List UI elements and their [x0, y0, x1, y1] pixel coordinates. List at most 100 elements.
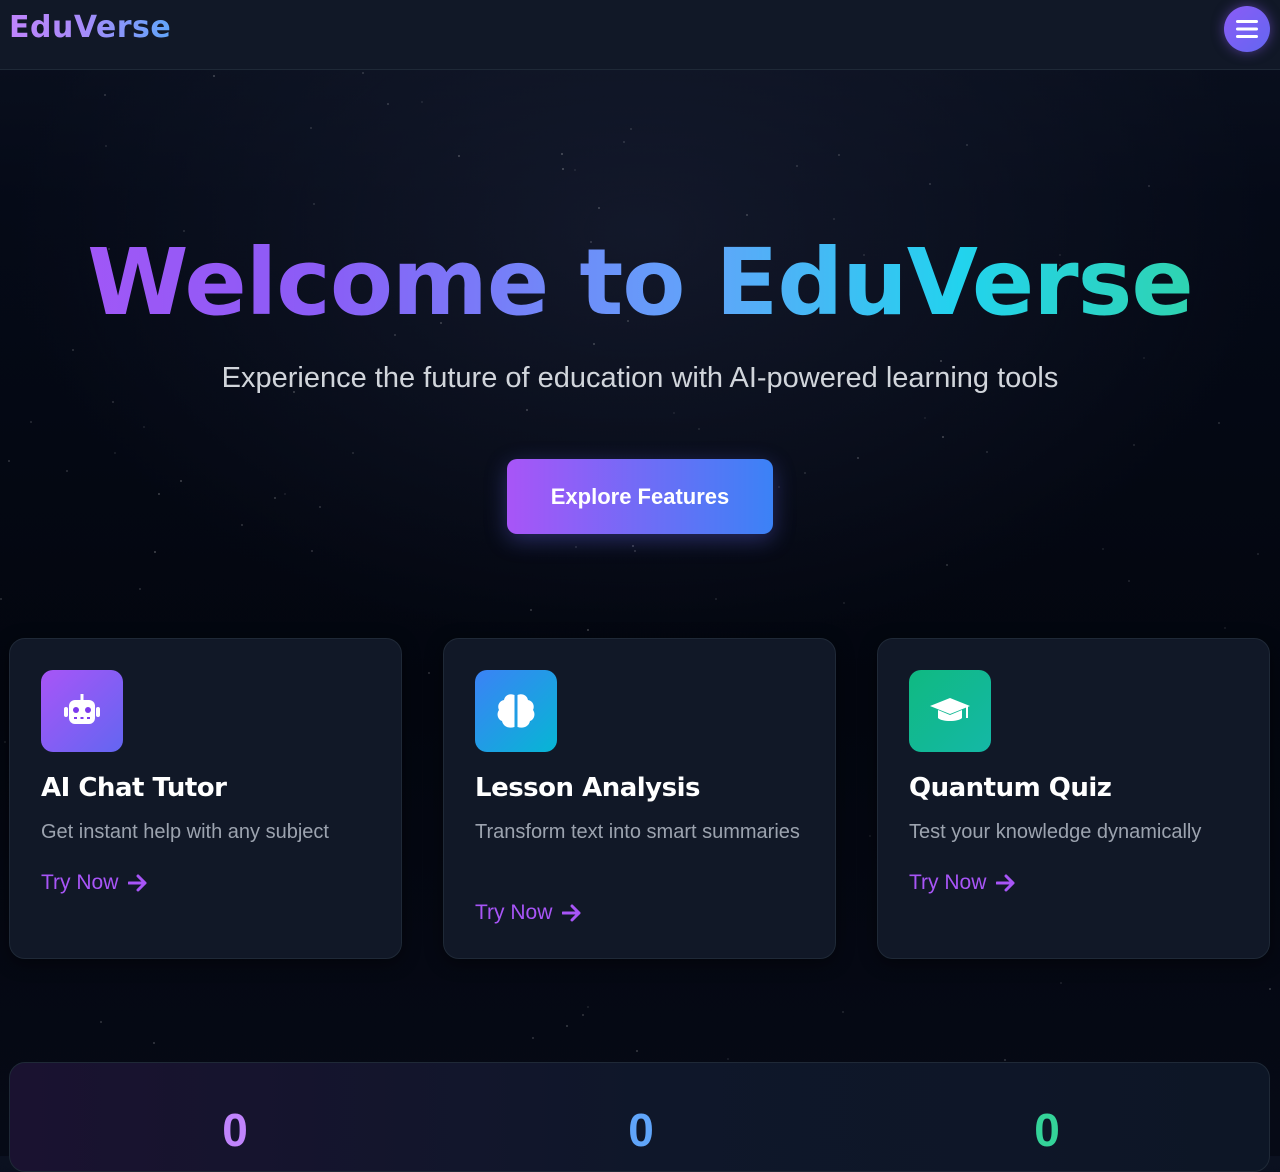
star-dot: [857, 457, 859, 459]
feature-card-quantum-quiz: Quantum Quiz Test your knowledge dynamic…: [877, 638, 1270, 959]
arrow-right-icon: [128, 874, 148, 892]
star-dot: [530, 609, 532, 611]
star-dot: [310, 127, 312, 129]
star-dot: [869, 835, 871, 837]
star-dot: [727, 1058, 729, 1060]
star-dot: [362, 72, 364, 74]
star-dot: [746, 214, 748, 216]
menu-button[interactable]: [1224, 6, 1270, 52]
hero-subtitle: Experience the future of education with …: [221, 362, 1059, 394]
feature-card-lesson-analysis: Lesson Analysis Transform text into smar…: [443, 638, 836, 959]
star-dot: [838, 154, 840, 156]
try-now-link-ai-chat-tutor[interactable]: Try Now: [41, 871, 148, 895]
star-dot: [4, 741, 6, 743]
explore-features-button[interactable]: Explore Features: [507, 459, 773, 534]
star-dot: [1257, 553, 1259, 555]
star-dot: [582, 1014, 584, 1016]
arrow-right-icon: [996, 874, 1016, 892]
star-dot: [180, 480, 182, 482]
star-dot: [630, 128, 632, 130]
star-dot: [114, 452, 116, 454]
star-dot: [241, 524, 243, 526]
star-dot: [575, 546, 577, 548]
star-dot: [112, 401, 114, 403]
star-dot: [574, 169, 576, 171]
star-dot: [778, 486, 780, 488]
star-dot: [8, 460, 10, 462]
star-dot: [352, 452, 354, 454]
try-now-link-lesson-analysis[interactable]: Try Now: [475, 901, 582, 925]
star-dot: [213, 75, 215, 77]
star-dot: [632, 545, 634, 547]
star-dot: [139, 588, 141, 590]
star-dot: [1133, 444, 1135, 446]
hamburger-menu-icon: [1236, 20, 1258, 38]
star-dot: [104, 94, 106, 96]
star-dot: [587, 1006, 589, 1008]
star-dot: [1004, 1059, 1006, 1061]
star-dot: [1148, 185, 1150, 187]
star-dot: [1143, 357, 1145, 359]
star-dot: [587, 629, 589, 631]
star-dot: [1060, 982, 1062, 984]
stat-value: 0: [628, 1104, 654, 1156]
star-dot: [72, 349, 74, 351]
star-dot: [458, 155, 460, 157]
star-dot: [986, 451, 988, 453]
star-dot: [100, 1021, 102, 1023]
star-dot: [698, 428, 700, 430]
star-dot: [593, 343, 595, 345]
star-dot: [634, 550, 636, 552]
star-dot: [153, 1042, 155, 1044]
star-dot: [924, 417, 926, 419]
star-dot: [566, 1025, 568, 1027]
star-dot: [804, 472, 806, 474]
star-dot: [673, 412, 675, 414]
star-dot: [284, 493, 286, 495]
star-dot: [842, 1011, 844, 1013]
try-now-link-quantum-quiz[interactable]: Try Now: [909, 871, 1016, 895]
star-dot: [636, 1050, 638, 1052]
star-dot: [966, 144, 968, 146]
star-dot: [319, 506, 321, 508]
card-title: Lesson Analysis: [475, 773, 700, 803]
brain-icon: [475, 670, 557, 752]
star-dot: [30, 421, 32, 423]
card-description: Get instant help with any subject: [41, 821, 329, 843]
star-dot: [1102, 548, 1104, 550]
star-dot: [274, 497, 276, 499]
star-dot: [66, 470, 68, 472]
star-dot: [942, 436, 944, 438]
hero-title: Welcome to EduVerse: [0, 228, 1280, 338]
arrow-right-icon: [562, 904, 582, 922]
star-dot: [313, 203, 315, 205]
star-dot: [105, 145, 107, 147]
star-dot: [154, 551, 156, 553]
robot-icon: [41, 670, 123, 752]
star-dot: [1218, 422, 1220, 424]
star-dot: [562, 168, 564, 170]
star-dot: [526, 409, 528, 411]
star-dot: [796, 165, 798, 167]
star-dot: [833, 218, 835, 220]
star-dot: [561, 153, 563, 155]
feature-card-ai-chat-tutor: AI Chat Tutor Get instant help with any …: [9, 638, 402, 959]
try-now-label: Try Now: [475, 901, 553, 924]
star-dot: [532, 1037, 534, 1039]
star-dot: [311, 550, 313, 552]
top-navbar: EduVerse: [0, 0, 1280, 70]
graduation-cap-icon: [909, 670, 991, 752]
star-dot: [428, 672, 430, 674]
star-dot: [598, 207, 600, 209]
site-logo[interactable]: EduVerse: [9, 10, 171, 45]
card-description: Test your knowledge dynamically: [909, 821, 1202, 843]
star-dot: [929, 183, 931, 185]
star-dot: [143, 426, 145, 428]
star-dot: [421, 101, 423, 103]
star-dot: [715, 598, 717, 600]
card-title: AI Chat Tutor: [41, 773, 227, 803]
star-dot: [0, 598, 2, 600]
star-dot: [1128, 580, 1130, 582]
stat-value: 0: [1034, 1104, 1060, 1156]
card-description: Transform text into smart summaries: [475, 821, 800, 843]
